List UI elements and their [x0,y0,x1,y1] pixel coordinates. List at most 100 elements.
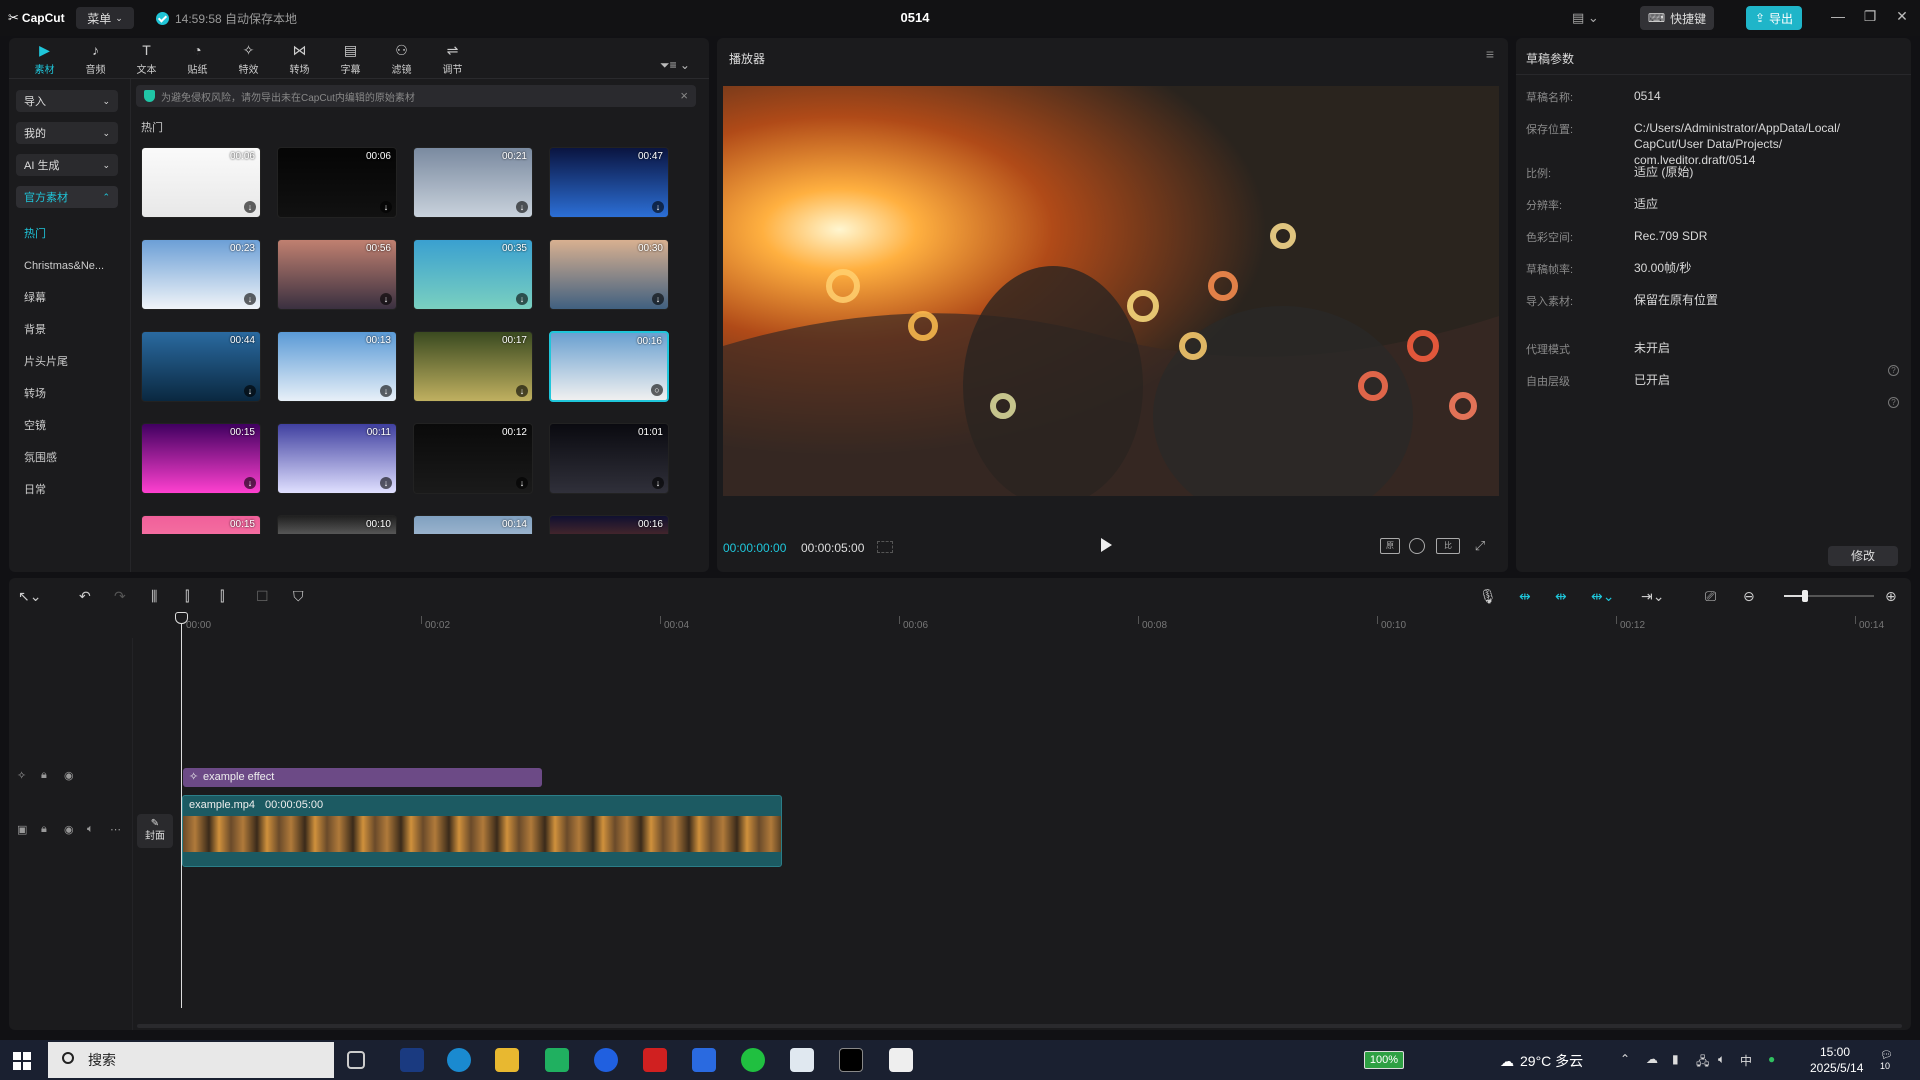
download-icon[interactable]: ↓ [380,201,392,213]
tab-effects[interactable]: ✧ 特效 [223,40,274,78]
media-thumbnail[interactable]: 00:14↓ [413,515,533,534]
help-icon[interactable]: ? [1888,397,1899,408]
split-right-icon[interactable]: ⫿ [220,588,224,605]
zoom-out-icon[interactable]: ⊖ [1743,588,1755,605]
shortcut-button[interactable]: ⌨ 快捷键 [1640,6,1714,30]
horizontal-scrollbar[interactable] [137,1024,1902,1028]
sidebar-item[interactable]: 片头片尾 [16,346,130,378]
capcut-taskbar-icon[interactable] [889,1048,913,1072]
close-icon[interactable]: × [680,88,688,103]
eye-icon[interactable]: ◉ [64,769,74,782]
media-thumbnail[interactable]: 00:15↓ [141,423,261,494]
fullscreen-icon[interactable]: ⤢ [1470,538,1490,554]
tab-transition[interactable]: ⋈ 转场 [274,40,325,78]
split-left-icon[interactable]: ⫿ [185,588,189,605]
delete-icon[interactable]: ☐ [256,588,269,605]
volume-icon[interactable]: 🔈︎ [1718,1052,1725,1067]
media-thumbnail[interactable]: 00:16 ○ [549,331,669,402]
restore-icon[interactable]: ❐ [1860,8,1880,25]
playhead-handle[interactable] [175,612,188,624]
export-button[interactable]: ⇪ 导出 [1746,6,1802,30]
grid-icon[interactable] [877,541,893,553]
media-thumbnail[interactable]: 00:17 ↓ [413,331,533,402]
sidebar-item[interactable]: 绿幕 [16,282,130,314]
ime-indicator[interactable]: 中 [1740,1052,1752,1069]
link-icon[interactable]: ⇹ [1555,588,1567,605]
sidebar-item[interactable]: 氛围感 [16,442,130,474]
magnet-icon[interactable]: ⇹ [1519,588,1531,605]
wps-icon[interactable] [643,1048,667,1072]
battery-indicator[interactable]: 100% [1364,1051,1404,1069]
caption-icon[interactable]: ⎚ [1705,588,1716,605]
download-icon[interactable]: ↓ [380,293,392,305]
lock-icon[interactable]: 🔒︎ [41,769,47,782]
filter-icon[interactable]: ⏷≡ ⌄ [660,58,690,73]
focus-icon[interactable] [1409,538,1425,554]
marker-icon[interactable]: ⛉ [293,588,304,605]
video-clip[interactable]: example.mp4 00:00:05:00 [182,795,782,867]
tab-caption[interactable]: ▤ 字幕 [325,40,376,78]
media-thumbnail[interactable]: 00:44 ↓ [141,331,261,402]
media-thumbnail[interactable]: 00:16↓ [549,515,669,534]
media-thumbnail[interactable]: 00:23 ↓ [141,239,261,310]
file-explorer-icon[interactable] [495,1048,519,1072]
time-ruler[interactable]: 00:00 00:02 00:04 00:06 00:08 00:10 00:12 00:14 [182,614,1911,636]
download-icon[interactable]: ↓ [652,477,664,489]
sidebar-dropdown[interactable]: 官方素材 ⌃ [16,186,118,208]
lock-icon[interactable]: 🔒︎ [41,823,47,836]
tab-sticker[interactable]: ◔ 贴纸 [172,40,223,78]
download-icon[interactable]: ↓ [244,477,256,489]
chevron-up-icon[interactable]: ⌃ [1620,1052,1630,1066]
sidebar-item[interactable]: 空镜 [16,410,130,442]
tray-icon[interactable]: ▮ [1672,1052,1679,1066]
zoom-slider[interactable] [1784,590,1874,602]
clock[interactable]: 15:00 2025/5/14 [1810,1044,1863,1076]
original-ratio-icon[interactable]: 原 [1380,538,1400,554]
menu-icon[interactable]: ≡ [1486,46,1494,62]
select-tool-icon[interactable]: ↖⌄ [18,588,41,605]
network-icon[interactable]: 🖧︎ [1696,1052,1709,1073]
download-icon[interactable]: ↓ [244,385,256,397]
help-icon[interactable]: ? [1888,365,1899,376]
media-thumbnail[interactable]: 00:15↓ [141,515,261,534]
app-icon[interactable] [839,1048,863,1072]
sidebar-dropdown[interactable]: 导入 ⌄ [16,90,118,112]
download-icon[interactable]: ↓ [516,201,528,213]
undo-icon[interactable]: ↶ [79,588,91,605]
tab-text[interactable]: T 文本 [121,40,172,78]
weather-widget[interactable]: ☁ 29°C 多云 [1500,1051,1583,1071]
wechat-icon[interactable] [741,1048,765,1072]
more-icon[interactable]: ⋯ [110,823,121,836]
media-thumbnail[interactable]: 00:06 ↓ [277,147,397,218]
media-thumbnail[interactable]: 00:13 ↓ [277,331,397,402]
media-thumbnail[interactable]: 00:10↓ [277,515,397,534]
modify-button[interactable]: 修改 [1828,546,1898,566]
notification-icon[interactable]: 💬︎10 [1880,1050,1902,1071]
edge-icon[interactable] [447,1048,471,1072]
sidebar-dropdown[interactable]: 我的 ⌄ [16,122,118,144]
app-icon[interactable] [400,1048,424,1072]
sidebar-item[interactable]: 日常 [16,474,130,506]
cover-button[interactable]: ✎ 封面 [137,814,173,848]
sidebar-item[interactable]: 热门 [16,218,130,250]
sidebar-dropdown[interactable]: AI 生成 ⌄ [16,154,118,176]
app-tray-icon[interactable]: ● [1768,1052,1775,1066]
speaker-icon[interactable]: 🔈︎ [87,823,94,836]
media-thumbnail[interactable]: 00:21 ↓ [413,147,533,218]
tab-media[interactable]: ▶ 素材 [19,40,70,78]
align-icon[interactable]: ⇥⌄ [1641,588,1664,605]
download-icon[interactable]: ↓ [244,201,256,213]
media-thumbnail[interactable]: 00:11 ↓ [277,423,397,494]
task-view-icon[interactable] [347,1051,365,1069]
eye-icon[interactable]: ◉ [64,823,74,836]
video-preview[interactable] [723,86,1499,496]
layout-icon[interactable]: ▤ ⌄ [1572,10,1599,26]
tab-audio[interactable]: ♪ 音频 [70,40,121,78]
sidebar-item[interactable]: 背景 [16,314,130,346]
media-thumbnail[interactable]: 00:30 ↓ [549,239,669,310]
play-icon[interactable] [1101,538,1112,552]
download-icon[interactable]: ↓ [516,385,528,397]
preview-axis-icon[interactable]: ⇹⌄ [1591,588,1614,605]
download-icon[interactable]: ↓ [652,201,664,213]
media-thumbnail[interactable]: 00:35 ↓ [413,239,533,310]
